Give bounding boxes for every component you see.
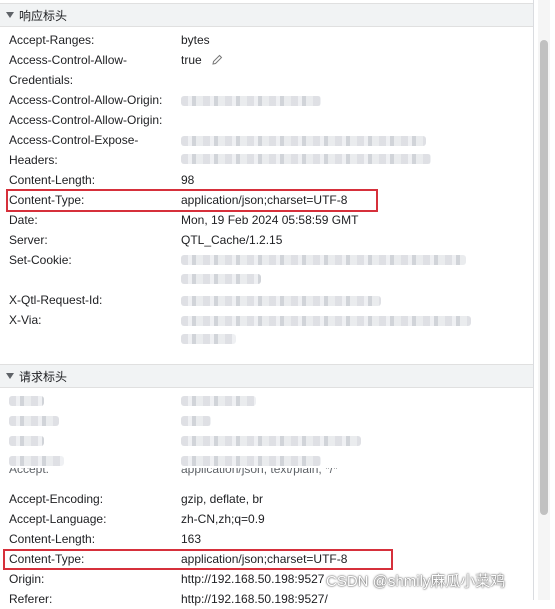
collapse-triangle-icon [6, 373, 14, 379]
header-key: Date: [9, 213, 38, 227]
header-value[interactable]: application/json, text/plain, */* [181, 468, 338, 476]
header-row: Access-Control-Expose- [0, 130, 533, 150]
header-row: Accept-Language: zh-CN,zh;q=0.9 [0, 509, 533, 529]
header-key: Accept-Language: [9, 512, 107, 526]
headers-panel: 响应标头 Accept-Ranges: bytes Access-Control… [0, 0, 534, 606]
header-value-editable[interactable]: true [181, 53, 223, 67]
header-value[interactable]: bytes [181, 33, 210, 47]
header-value[interactable]: application/json;charset=UTF-8 [181, 193, 347, 207]
header-key: X-Qtl-Request-Id: [9, 293, 103, 307]
redacted-value [181, 396, 256, 406]
header-value[interactable]: zh-CN,zh;q=0.9 [181, 512, 265, 526]
response-headers-section-toggle[interactable]: 响应标头 [0, 3, 533, 27]
pencil-icon[interactable] [211, 54, 223, 66]
redacted-value [181, 296, 381, 306]
header-key: Access-Control-Expose- [9, 133, 139, 147]
header-key: Content-Length: [9, 173, 96, 187]
header-value[interactable]: application/json;charset=UTF-8 [181, 552, 347, 566]
redacted-value [181, 316, 471, 326]
vertical-scrollbar[interactable] [538, 0, 550, 600]
header-key: Accept-Encoding: [9, 492, 104, 506]
redacted-key [9, 456, 64, 466]
header-key: X-Via: [9, 313, 42, 327]
header-row: Headers: [0, 150, 533, 170]
header-key: Credentials: [9, 73, 74, 87]
header-key: Set-Cookie: [9, 253, 72, 267]
redacted-value [181, 334, 236, 344]
header-row-accept: Accept: application/json, text/plain, */… [0, 468, 533, 482]
header-row: Set-Cookie: [0, 250, 533, 270]
request-headers-section-toggle[interactable]: 请求标头 [0, 364, 533, 388]
header-key: Access-Control-Allow-Origin: [9, 113, 163, 127]
header-row: X-Via: [0, 310, 533, 330]
header-row: X-Qtl-Request-Id: [0, 290, 533, 310]
header-key: Origin: [9, 572, 45, 586]
header-key: Access-Control-Allow-Origin: [9, 93, 163, 107]
header-key: Headers: [9, 153, 58, 167]
request-headers-title: 请求标头 [19, 369, 68, 384]
header-row: Access-Control-Allow- true [0, 50, 533, 70]
redacted-value [181, 154, 431, 164]
header-key: Content-Length: [9, 532, 96, 546]
header-row: Server: QTL_Cache/1.2.15 [0, 230, 533, 250]
redacted-value [181, 255, 466, 265]
header-row: Access-Control-Allow-Origin: [0, 90, 533, 110]
header-row: Date: Mon, 19 Feb 2024 05:58:59 GMT [0, 210, 533, 230]
header-key: Access-Control-Allow- [9, 53, 128, 67]
header-key: Accept-Ranges: [9, 33, 95, 47]
header-row-content-type: Content-Type: application/json;charset=U… [0, 190, 533, 210]
header-row [0, 330, 533, 350]
header-row: Content-Length: 98 [0, 170, 533, 190]
header-value[interactable]: gzip, deflate, br [181, 492, 263, 506]
header-row: Accept-Encoding: gzip, deflate, br [0, 489, 533, 509]
header-key: Accept: [9, 468, 50, 476]
header-row: Credentials: [0, 70, 533, 90]
header-value[interactable]: http://192.168.50.198:9527/ [181, 592, 328, 606]
header-value[interactable]: 163 [181, 532, 201, 546]
header-row-content-type: Content-Type: application/json;charset=U… [0, 549, 533, 569]
header-row [0, 410, 533, 430]
header-key: Content-Type: [9, 552, 85, 566]
header-row [0, 270, 533, 290]
header-row: Referer: http://192.168.50.198:9527/ [0, 589, 533, 609]
collapse-triangle-icon [6, 12, 14, 18]
redacted-value [181, 96, 321, 106]
header-value[interactable]: http://192.168.50.198:9527 [181, 572, 324, 586]
redacted-key [9, 416, 59, 426]
redacted-key [9, 436, 44, 446]
header-row: Content-Length: 163 [0, 529, 533, 549]
header-row [0, 430, 533, 450]
redacted-key [9, 396, 44, 406]
header-row: Accept-Ranges: bytes [0, 30, 533, 50]
redacted-value [181, 274, 261, 284]
header-key: Content-Type: [9, 193, 85, 207]
header-value[interactable]: Mon, 19 Feb 2024 05:58:59 GMT [181, 213, 358, 227]
header-row [0, 450, 533, 470]
scrollbar-thumb[interactable] [540, 40, 548, 515]
redacted-value [181, 416, 211, 426]
header-key: Server: [9, 233, 48, 247]
response-headers-title: 响应标头 [19, 8, 68, 23]
header-row: Access-Control-Allow-Origin: [0, 110, 533, 130]
redacted-value [181, 456, 321, 466]
header-key: Referer: [9, 592, 53, 606]
header-value[interactable]: true [181, 53, 202, 67]
header-value[interactable]: 98 [181, 173, 194, 187]
header-value[interactable]: QTL_Cache/1.2.15 [181, 233, 282, 247]
header-row [0, 390, 533, 410]
watermark-text: CSDN @shmily麻瓜小菜鸡 [326, 573, 506, 590]
redacted-value [181, 136, 426, 146]
redacted-value [181, 436, 361, 446]
